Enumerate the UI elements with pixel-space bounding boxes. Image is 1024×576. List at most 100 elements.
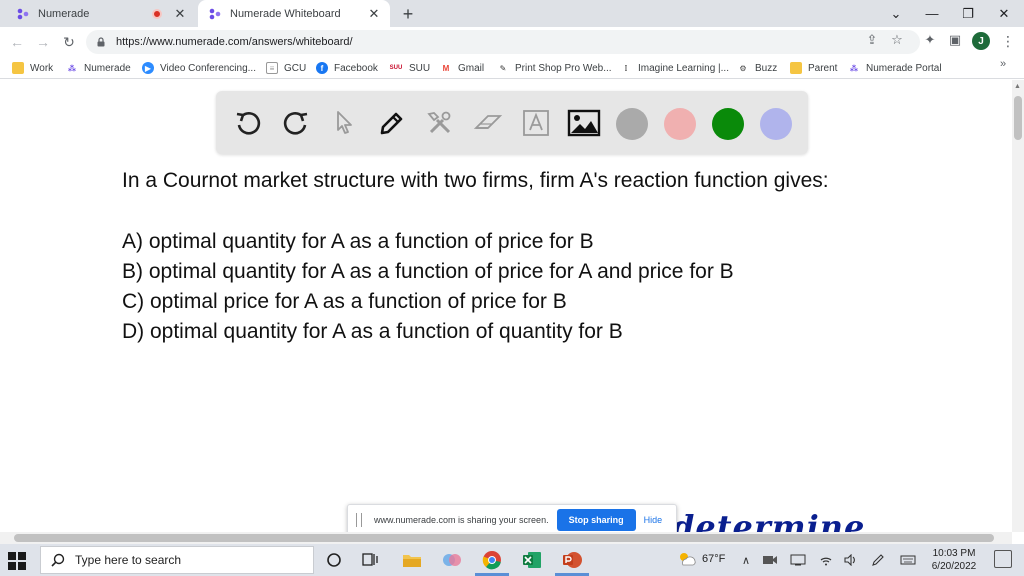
reload-button[interactable]: ↻ bbox=[60, 33, 78, 51]
bookmark-video-conferencing[interactable]: ▶ Video Conferencing... bbox=[142, 60, 256, 76]
folder-icon bbox=[12, 62, 24, 74]
arrow-right-icon: → bbox=[36, 34, 50, 50]
pencil-icon bbox=[380, 112, 403, 135]
answer-option-c: C) optimal price for A as a function of … bbox=[122, 290, 567, 313]
cortana-icon[interactable] bbox=[322, 548, 346, 572]
horizontal-scrollbar[interactable] bbox=[0, 532, 1012, 544]
windows-taskbar: Type here to search 67°F ∧ 10:03 PM 6/20… bbox=[0, 544, 1024, 576]
tools-button[interactable] bbox=[422, 105, 458, 141]
keyboard-icon[interactable] bbox=[900, 552, 916, 568]
wrench-icon bbox=[427, 111, 451, 134]
vertical-scrollbar[interactable]: ▲ bbox=[1012, 80, 1024, 532]
chevron-up-icon[interactable]: ∧ bbox=[738, 552, 754, 568]
bookmark-gcu[interactable]: ≡ GCU bbox=[266, 60, 306, 76]
scrollbar-thumb[interactable] bbox=[1014, 96, 1022, 140]
weather-widget[interactable]: 67°F bbox=[678, 551, 725, 567]
task-view-icon[interactable] bbox=[358, 548, 382, 572]
question-text: In a Cournot market structure with two f… bbox=[122, 169, 829, 192]
scroll-up-icon[interactable]: ▲ bbox=[1014, 83, 1021, 90]
star-icon[interactable]: ☆ bbox=[889, 32, 905, 48]
suu-icon: SUU bbox=[389, 65, 403, 71]
search-placeholder: Type here to search bbox=[75, 553, 182, 567]
bookmark-work[interactable]: Work bbox=[12, 60, 53, 76]
tab-numerade[interactable]: Numerade ✕ bbox=[8, 0, 196, 27]
eraser-tool-button[interactable] bbox=[470, 105, 506, 141]
weather-temperature: 67°F bbox=[702, 553, 726, 565]
image-tool-button[interactable] bbox=[566, 105, 602, 141]
address-bar[interactable]: https://www.numerade.com/answers/whitebo… bbox=[86, 30, 920, 54]
redo-button[interactable] bbox=[278, 105, 314, 141]
bookmark-numerade[interactable]: ⁂ Numerade bbox=[66, 60, 131, 76]
undo-icon bbox=[236, 111, 261, 135]
extensions-icon[interactable]: ✦ bbox=[922, 32, 938, 48]
undo-button[interactable] bbox=[230, 105, 266, 141]
color-swatch-green[interactable] bbox=[712, 108, 744, 140]
buzz-icon: ⚙ bbox=[739, 63, 747, 73]
pen-icon[interactable] bbox=[870, 552, 886, 568]
screen: Numerade ✕ Numerade Whiteboard ✕ + ⌄ — ❐… bbox=[0, 0, 1024, 576]
color-swatch-gray[interactable] bbox=[616, 108, 648, 140]
bookmark-suu[interactable]: SUU SUU bbox=[389, 60, 430, 76]
reload-icon: ↻ bbox=[63, 33, 75, 50]
tab-search-button[interactable]: ⌄ bbox=[878, 0, 914, 27]
profile-avatar[interactable]: J bbox=[972, 32, 990, 50]
bookmarks-overflow-button[interactable]: » bbox=[1000, 58, 1006, 70]
bookmark-print-shop[interactable]: ✎ Print Shop Pro Web... bbox=[497, 60, 612, 76]
close-window-button[interactable]: ✕ bbox=[986, 0, 1022, 27]
volume-icon[interactable] bbox=[842, 552, 858, 568]
tab-numerade-whiteboard[interactable]: Numerade Whiteboard ✕ bbox=[198, 0, 390, 27]
snip-tool-icon[interactable] bbox=[440, 548, 464, 572]
file-explorer-icon[interactable] bbox=[400, 548, 424, 572]
print-icon: ✎ bbox=[499, 63, 507, 73]
hide-button[interactable]: Hide bbox=[644, 515, 663, 525]
color-swatch-lavender[interactable] bbox=[760, 108, 792, 140]
powerpoint-icon[interactable] bbox=[560, 548, 584, 572]
share-message: www.numerade.com is sharing your screen. bbox=[374, 515, 549, 525]
pen-tool-button[interactable] bbox=[374, 105, 410, 141]
bookmark-facebook[interactable]: f Facebook bbox=[316, 60, 378, 76]
close-icon[interactable]: ✕ bbox=[366, 6, 382, 22]
select-tool-button[interactable] bbox=[326, 105, 362, 141]
numerade-icon: ⁂ bbox=[67, 63, 77, 73]
meet-now-icon[interactable] bbox=[762, 552, 778, 568]
menu-icon[interactable]: ⋮ bbox=[1000, 32, 1016, 50]
wifi-icon[interactable] bbox=[818, 552, 834, 568]
text-tool-button[interactable] bbox=[518, 105, 554, 141]
bookmark-gmail[interactable]: M Gmail bbox=[440, 60, 484, 76]
share-icon[interactable]: ⇪ bbox=[864, 32, 880, 48]
image-icon bbox=[567, 109, 601, 137]
taskbar-search-box[interactable]: Type here to search bbox=[40, 546, 314, 574]
close-icon[interactable]: ✕ bbox=[172, 6, 188, 22]
folder-icon bbox=[790, 62, 802, 74]
redo-icon bbox=[283, 111, 308, 135]
drag-handle-icon[interactable] bbox=[356, 513, 362, 527]
search-icon bbox=[51, 553, 65, 567]
windows-start-icon[interactable] bbox=[8, 552, 26, 570]
clock-time: 10:03 PM bbox=[932, 548, 976, 559]
bookmarks-bar: Work ⁂ Numerade ▶ Video Conferencing... … bbox=[0, 57, 1024, 79]
whiteboard-page[interactable]: In a Cournot market structure with two f… bbox=[0, 80, 1012, 532]
minimize-button[interactable]: — bbox=[914, 0, 950, 27]
chrome-icon[interactable] bbox=[480, 548, 504, 572]
numerade-icon bbox=[208, 7, 222, 21]
stop-sharing-button[interactable]: Stop sharing bbox=[556, 509, 636, 531]
excel-icon[interactable] bbox=[520, 548, 544, 572]
notification-icon[interactable] bbox=[994, 550, 1012, 568]
side-panel-icon[interactable]: ▣ bbox=[947, 32, 963, 48]
tab-strip: Numerade ✕ Numerade Whiteboard ✕ + ⌄ — ❐… bbox=[0, 0, 1024, 27]
bookmark-imagine-learning[interactable]: ⁞ Imagine Learning |... bbox=[620, 60, 729, 76]
bookmark-numerade-portal[interactable]: ⁂ Numerade Portal bbox=[848, 60, 942, 76]
handwritten-annotation: determine bbox=[672, 508, 866, 532]
system-clock[interactable]: 10:03 PM 6/20/2022 bbox=[920, 547, 988, 573]
clock-date: 6/20/2022 bbox=[931, 561, 977, 572]
scrollbar-thumb[interactable] bbox=[14, 534, 994, 542]
forward-button[interactable]: → bbox=[34, 33, 52, 51]
color-swatch-pink[interactable] bbox=[664, 108, 696, 140]
back-button[interactable]: ← bbox=[8, 33, 26, 51]
bookmark-parent[interactable]: Parent bbox=[790, 60, 837, 76]
eraser-icon bbox=[473, 115, 503, 129]
remote-session-icon[interactable] bbox=[790, 552, 806, 568]
new-tab-button[interactable]: + bbox=[398, 4, 418, 24]
bookmark-buzz[interactable]: ⚙ Buzz bbox=[737, 60, 777, 76]
restore-button[interactable]: ❐ bbox=[950, 0, 986, 27]
